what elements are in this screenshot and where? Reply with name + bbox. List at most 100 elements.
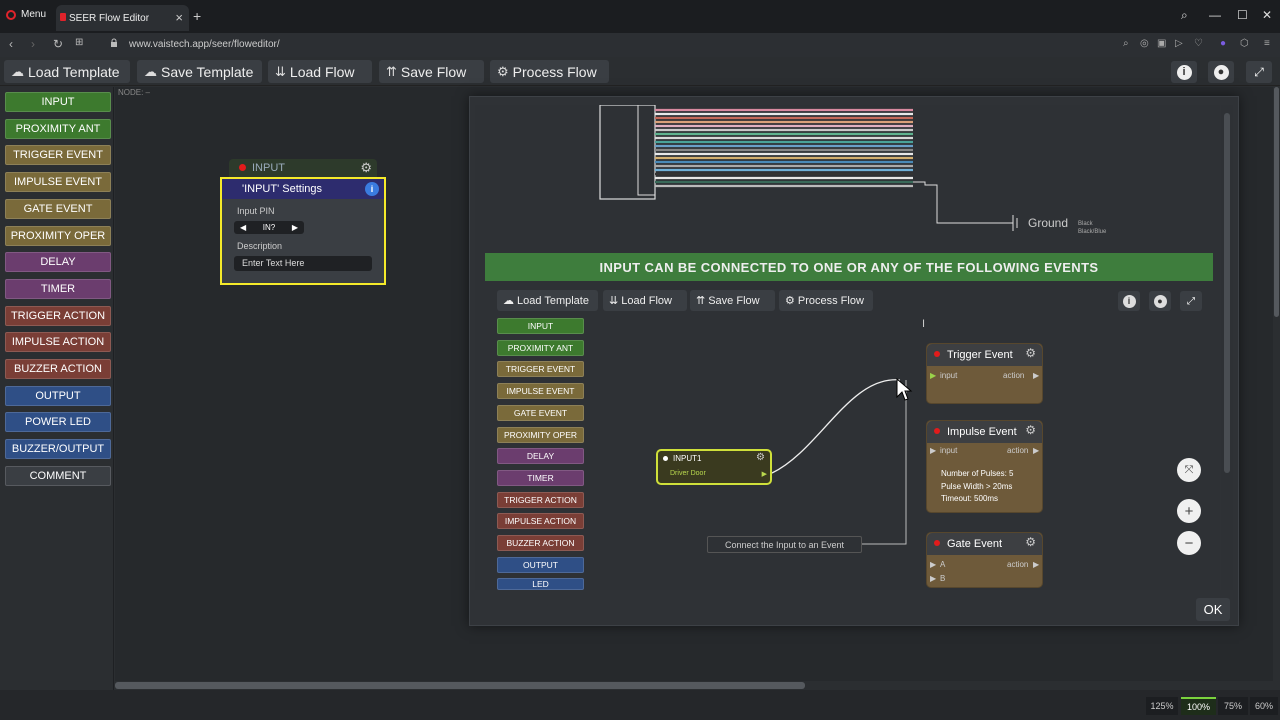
minimize-icon[interactable]: — <box>1209 8 1221 22</box>
new-tab-icon[interactable]: + <box>193 8 201 24</box>
input-port-icon[interactable]: ▶ <box>930 371 936 380</box>
modal-save-flow-button[interactable]: ⇈ Save Flow <box>690 290 775 311</box>
palette-item-timer[interactable]: TIMER <box>5 278 111 299</box>
palette-item-gate-event[interactable]: GATE EVENT <box>5 198 111 219</box>
modal-palette-item-impulse-action[interactable]: IMPULSE ACTION <box>497 513 584 530</box>
scroll-thumb[interactable] <box>1224 113 1230 473</box>
palette-item-trigger-action[interactable]: TRIGGER ACTION <box>5 305 111 326</box>
modal-info-button[interactable]: i <box>1118 291 1140 311</box>
vertical-scrollbar[interactable] <box>1273 87 1280 681</box>
gear-icon[interactable]: ⚙ <box>1025 423 1036 437</box>
window-close-icon[interactable]: ✕ <box>1262 8 1272 22</box>
modal-load-flow-button[interactable]: ⇊ Load Flow <box>603 290 687 311</box>
input1-node[interactable]: INPUT1 ⚙ Driver Door ▶ <box>656 449 772 485</box>
palette-item-output[interactable]: OUTPUT <box>5 385 111 406</box>
search-icon[interactable]: ⌕ <box>1123 38 1129 49</box>
modal-fullscreen-button[interactable]: ⤢ <box>1180 291 1202 311</box>
zoom-60-button[interactable]: 60% <box>1250 697 1278 715</box>
zoom-fit-button[interactable]: ⤧ <box>1177 458 1201 482</box>
palette-item-impulse-action[interactable]: IMPULSE ACTION <box>5 332 111 353</box>
impulse-event-node[interactable]: Impulse Event ⚙ ▶ input action ▶ Number o… <box>926 420 1043 513</box>
play-icon[interactable]: ▷ <box>1175 38 1183 49</box>
palette-item-buzzer-action[interactable]: BUZZER ACTION <box>5 359 111 379</box>
modal-palette-item-delay[interactable]: DELAY <box>497 448 584 465</box>
camera-icon[interactable]: ◎ <box>1140 38 1149 49</box>
browser-tab[interactable]: SEER Flow Editor × <box>56 5 189 31</box>
palette-item-trigger-event[interactable]: TRIGGER EVENT <box>5 145 111 166</box>
gear-icon[interactable]: ⚙ <box>756 452 765 463</box>
palette-item-impulse-event[interactable]: IMPULSE EVENT <box>5 172 111 193</box>
modal-user-button[interactable]: ● <box>1149 291 1171 311</box>
input-node[interactable]: INPUT ⚙ <box>229 159 377 177</box>
modal-scrollbar[interactable] <box>1221 105 1233 590</box>
modal-palette-item-proximity-oper[interactable]: PROXIMITY OPER <box>497 426 584 443</box>
maximize-icon[interactable]: ☐ <box>1237 8 1248 22</box>
palette-item-power-led[interactable]: POWER LED <box>5 412 111 433</box>
modal-palette-item-output[interactable]: OUTPUT <box>497 556 584 573</box>
browser-menu-button[interactable]: Menu <box>6 9 46 20</box>
palette-item-delay[interactable]: DELAY <box>5 252 111 273</box>
zoom-in-button[interactable]: + <box>1177 499 1201 523</box>
grid-icon[interactable]: ⊞ <box>75 37 83 48</box>
ok-button[interactable]: OK <box>1196 598 1230 621</box>
modal-palette-item-trigger-event[interactable]: TRIGGER EVENT <box>497 361 584 378</box>
pin-selector[interactable]: ◀ IN? ▶ <box>234 221 304 234</box>
modal-palette-item-led[interactable]: LED <box>497 578 584 590</box>
zoom-125-button[interactable]: 125% <box>1146 697 1178 715</box>
tab-close-icon[interactable]: × <box>175 10 183 25</box>
snapshot-icon[interactable]: ▣ <box>1157 38 1166 49</box>
gate-event-node[interactable]: Gate Event ⚙ ▶ A action ▶ ▶ B <box>926 532 1043 588</box>
description-input[interactable]: Enter Text Here <box>234 256 372 271</box>
horizontal-scrollbar[interactable] <box>115 681 1280 690</box>
search-tabs-icon[interactable]: ⌕ <box>1181 8 1188 23</box>
palette-item-comment[interactable]: COMMENT <box>5 465 111 486</box>
trigger-event-node[interactable]: Trigger Event ⚙ ▶ input action ▶ <box>926 343 1043 404</box>
output-port-icon[interactable]: ▶ <box>762 470 767 478</box>
process-flow-button[interactable]: ⚙ Process Flow <box>490 60 609 83</box>
palette-item-input[interactable]: INPUT <box>5 92 111 112</box>
action-port-icon[interactable]: ▶ <box>1033 446 1039 455</box>
settings-menu-icon[interactable]: ≡ <box>1264 38 1270 49</box>
info-icon[interactable]: i <box>365 182 379 196</box>
save-flow-button[interactable]: ⇈ Save Flow <box>379 60 484 83</box>
back-icon[interactable]: ‹ <box>9 37 13 51</box>
reload-icon[interactable]: ↻ <box>53 37 63 51</box>
palette-item-proximity-ant[interactable]: PROXIMITY ANT <box>5 118 111 139</box>
heart-icon[interactable]: ♡ <box>1194 38 1203 49</box>
scroll-thumb[interactable] <box>1274 87 1279 317</box>
modal-process-flow-button[interactable]: ⚙ Process Flow <box>779 290 873 311</box>
input-port-icon[interactable]: ▶ <box>930 560 936 569</box>
fullscreen-button[interactable]: ⤢ <box>1246 61 1272 83</box>
forward-icon[interactable]: › <box>31 37 35 51</box>
cube-icon[interactable]: ⬡ <box>1240 38 1249 49</box>
modal-palette-item-input[interactable]: INPUT <box>497 318 584 334</box>
scroll-thumb[interactable] <box>115 682 805 689</box>
arrow-right-icon[interactable]: ▶ <box>292 223 298 232</box>
load-flow-button[interactable]: ⇊ Load Flow <box>268 60 372 83</box>
input-port-icon[interactable]: ▶ <box>930 574 936 583</box>
zoom-100-button[interactable]: 100% <box>1181 697 1216 715</box>
arrow-left-icon[interactable]: ◀ <box>240 223 246 232</box>
action-port-icon[interactable]: ▶ <box>1033 371 1039 380</box>
save-template-button[interactable]: ☁ Save Template <box>137 60 262 83</box>
action-port-icon[interactable]: ▶ <box>1033 560 1039 569</box>
user-button[interactable]: ● <box>1208 61 1234 83</box>
info-button[interactable]: i <box>1171 61 1197 83</box>
modal-palette-item-buzzer-action[interactable]: BUZZER ACTION <box>497 535 584 551</box>
zoom-out-button[interactable]: − <box>1177 531 1201 555</box>
extension-icon[interactable]: ● <box>1220 38 1226 49</box>
modal-palette-item-impulse-event[interactable]: IMPULSE EVENT <box>497 383 584 400</box>
load-template-button[interactable]: ☁ Load Template <box>4 60 130 83</box>
palette-item-proximity-oper[interactable]: PROXIMITY OPER <box>5 225 111 246</box>
modal-palette-item-timer[interactable]: TIMER <box>497 469 584 486</box>
modal-palette-item-gate-event[interactable]: GATE EVENT <box>497 404 584 421</box>
gear-icon[interactable]: ⚙ <box>360 160 372 176</box>
gear-icon[interactable]: ⚙ <box>1025 535 1036 549</box>
modal-palette-item-proximity-ant[interactable]: PROXIMITY ANT <box>497 339 584 356</box>
zoom-75-button[interactable]: 75% <box>1218 697 1248 715</box>
palette-item-buzzer-output[interactable]: BUZZER/OUTPUT <box>5 439 111 460</box>
modal-load-template-button[interactable]: ☁ Load Template <box>497 290 598 311</box>
input-port-icon[interactable]: ▶ <box>930 446 936 455</box>
gear-icon[interactable]: ⚙ <box>1025 346 1036 360</box>
url-field[interactable]: www.vaistech.app/seer/floweditor/ <box>129 39 280 50</box>
